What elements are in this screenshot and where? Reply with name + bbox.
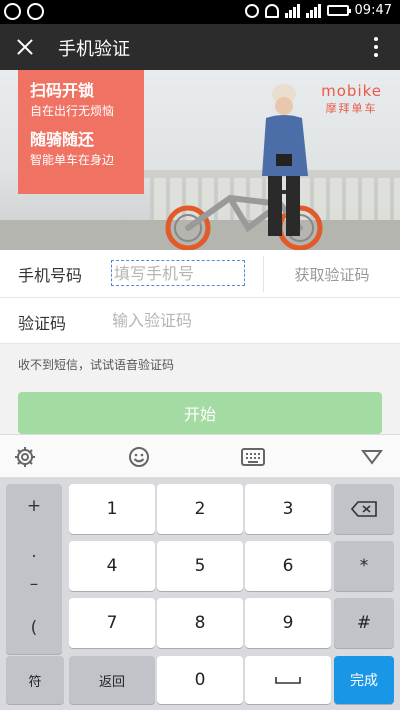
digit-key-2[interactable]: 2 (157, 484, 243, 534)
status-indicators: 09:47 (244, 3, 392, 18)
status-time: 09:47 (354, 3, 392, 18)
hash-key[interactable]: # (334, 598, 394, 648)
get-code-button[interactable]: 获取验证码 (264, 250, 400, 298)
signal-icon (284, 3, 300, 18)
notification-icon (27, 3, 44, 20)
alarm-icon (244, 3, 259, 18)
digit-key-8[interactable]: 8 (157, 598, 243, 648)
promo-title: 扫码开锁 (30, 81, 95, 100)
promo-title: 随骑随还 (30, 130, 95, 149)
wifi-icon (264, 3, 279, 18)
done-key[interactable]: 完成 (334, 656, 394, 704)
logo-text-en: mobike (321, 82, 382, 100)
symbols-key[interactable]: 符 (6, 656, 64, 704)
phone-input[interactable] (111, 260, 245, 286)
digit-key-5[interactable]: 5 (157, 541, 243, 591)
battery-icon (326, 5, 351, 16)
settings-icon[interactable] (8, 441, 42, 473)
symbol-key-dot[interactable]: . (6, 542, 62, 562)
page-title: 手机验证 (58, 39, 130, 60)
code-label: 验证码 (18, 314, 67, 333)
collapse-icon[interactable] (355, 441, 389, 473)
rider-illustration (262, 84, 308, 236)
symbol-key-paren[interactable]: ( (6, 618, 62, 638)
signal-icon (305, 3, 321, 18)
mobike-logo: mobike 摩拜单车 (321, 82, 382, 116)
digit-key-4[interactable]: 4 (69, 541, 155, 591)
promo-banner: 扫码开锁 自在出行无烦恼 随骑随还 智能单车在身边 mobike 摩拜单车 (0, 70, 400, 250)
asterisk-key[interactable]: * (334, 541, 394, 591)
digit-key-6[interactable]: 6 (245, 541, 331, 591)
symbol-key-plus[interactable]: + (6, 496, 62, 516)
digit-key-3[interactable]: 3 (245, 484, 331, 534)
code-input[interactable] (112, 308, 312, 332)
start-button[interactable]: 开始 (18, 392, 382, 434)
numeric-keyboard: + . – ( 1 2 3 4 5 6 * 7 8 9 # 符 返回 0 完成 (0, 478, 400, 710)
keyboard-toolbar (0, 434, 400, 478)
keyboard-icon[interactable] (236, 441, 270, 473)
phone-row: 手机号码 获取验证码 (0, 250, 400, 298)
more-vertical-icon[interactable] (362, 32, 390, 62)
space-key[interactable] (245, 656, 331, 704)
close-icon[interactable] (8, 30, 42, 64)
digit-key-9[interactable]: 9 (245, 598, 331, 648)
backspace-icon[interactable] (334, 484, 394, 534)
back-key[interactable]: 返回 (69, 656, 155, 704)
symbol-key-dash[interactable]: – (6, 574, 62, 594)
digit-key-7[interactable]: 7 (69, 598, 155, 648)
digit-key-1[interactable]: 1 (69, 484, 155, 534)
status-bar: 09:47 (0, 0, 400, 24)
emoji-icon[interactable] (122, 441, 156, 473)
promo-subtitle: 智能单车在身边 (30, 153, 115, 167)
logo-text-cn: 摩拜单车 (325, 102, 378, 115)
digit-key-0[interactable]: 0 (157, 656, 243, 704)
form-footer: 收不到短信，试试语音验证码 开始 (0, 344, 400, 434)
phone-label: 手机号码 (18, 266, 83, 285)
promo-subtitle: 自在出行无烦恼 (30, 104, 115, 118)
title-bar: 手机验证 (0, 24, 400, 70)
notification-icon (4, 3, 21, 20)
promo-box: 扫码开锁 自在出行无烦恼 随骑随还 智能单车在身边 (18, 70, 144, 194)
code-row: 验证码 (0, 298, 400, 344)
voice-code-link[interactable]: 收不到短信，试试语音验证码 (18, 356, 174, 373)
symbol-column: + . – ( (6, 484, 62, 654)
status-notifications (4, 3, 44, 20)
